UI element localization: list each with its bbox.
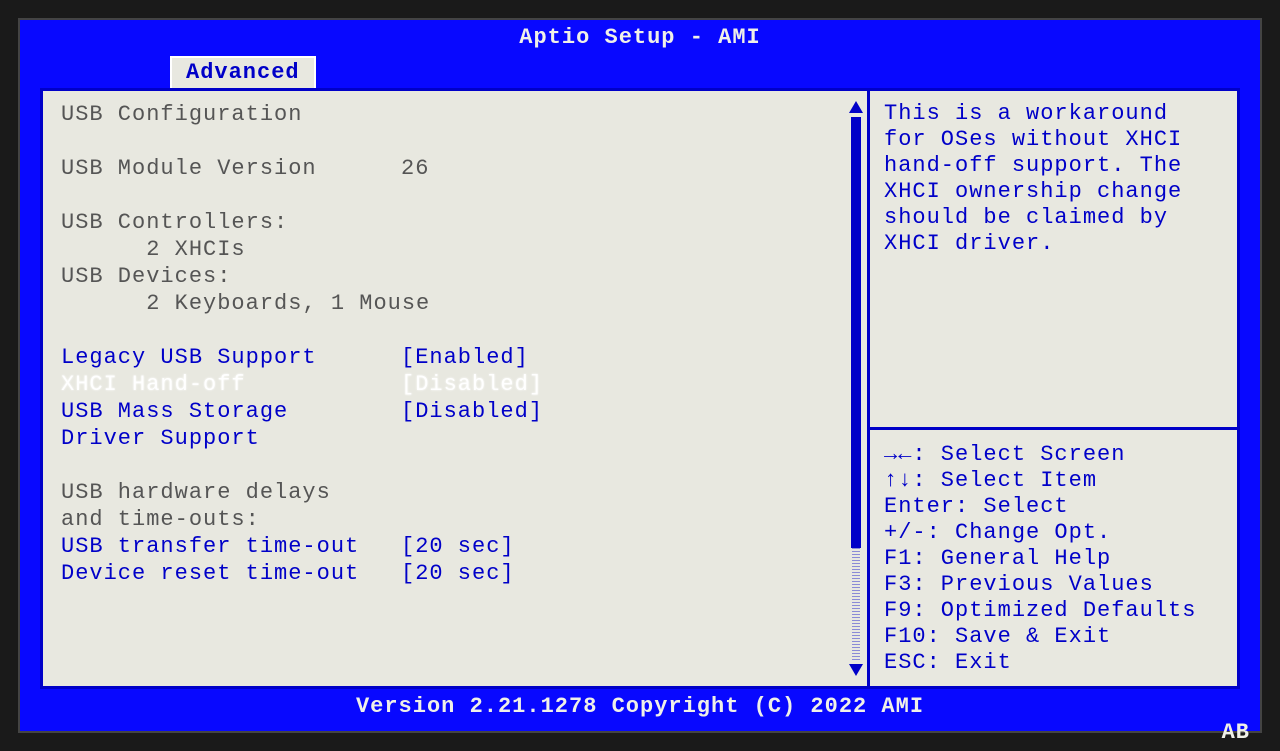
delays-header1: USB hardware delays — [61, 479, 849, 506]
scroll-up-icon[interactable] — [849, 101, 863, 113]
info-row: USB Module Version 26 — [61, 155, 849, 182]
delays-header2: and time-outs: — [61, 506, 849, 533]
setting-value: [20 sec] — [401, 560, 515, 587]
setting-label: Device reset time-out — [61, 560, 401, 587]
key-select-item: ↑↓: Select Item — [884, 468, 1223, 494]
tab-strip: Advanced — [20, 56, 1260, 88]
key-help: F1: General Help — [884, 546, 1223, 572]
setting-legacy-usb[interactable]: Legacy USB Support [Enabled] — [61, 344, 849, 371]
devices-value: 2 Keyboards, 1 Mouse — [61, 290, 849, 317]
setting-value: [Disabled] — [401, 398, 543, 425]
setting-label: Driver Support — [61, 425, 401, 452]
bios-screen: Aptio Setup - AMI Advanced USB Configura… — [18, 18, 1262, 733]
footer: Version 2.21.1278 Copyright (C) 2022 AMI — [20, 691, 1260, 731]
settings-pane[interactable]: USB Configuration USB Module Version 26 … — [43, 91, 867, 686]
setting-driver-support[interactable]: Driver Support — [61, 425, 849, 452]
help-pane: This is a workaround for OSes without XH… — [867, 91, 1237, 686]
key-exit: ESC: Exit — [884, 650, 1223, 676]
scroll-thumb[interactable] — [851, 117, 861, 548]
corner-badge: AB — [1222, 720, 1250, 745]
tab-advanced-label: Advanced — [186, 60, 300, 85]
title-bar: Aptio Setup - AMI — [20, 20, 1260, 56]
setting-value: [20 sec] — [401, 533, 515, 560]
content-area: USB Configuration USB Module Version 26 … — [40, 88, 1240, 689]
setting-value: [Disabled] — [401, 371, 543, 398]
controllers-value: 2 XHCIs — [61, 236, 849, 263]
setting-reset-timeout[interactable]: Device reset time-out [20 sec] — [61, 560, 849, 587]
key-select-screen: →←: Select Screen — [884, 442, 1223, 468]
controllers-label: USB Controllers: — [61, 209, 849, 236]
info-label: USB Module Version — [61, 155, 401, 182]
setting-label: USB transfer time-out — [61, 533, 401, 560]
setup-title: Aptio Setup - AMI — [519, 25, 760, 50]
setting-value: [Enabled] — [401, 344, 529, 371]
help-text: This is a workaround for OSes without XH… — [884, 101, 1223, 257]
devices-label: USB Devices: — [61, 263, 849, 290]
key-change: +/-: Change Opt. — [884, 520, 1223, 546]
setting-label: XHCI Hand-off — [61, 371, 401, 398]
setting-label: Legacy USB Support — [61, 344, 401, 371]
scrollbar[interactable] — [849, 101, 863, 676]
info-value: 26 — [401, 155, 429, 182]
section-title: USB Configuration — [61, 101, 849, 128]
setting-label: USB Mass Storage — [61, 398, 401, 425]
key-save: F10: Save & Exit — [884, 624, 1223, 650]
footer-text: Version 2.21.1278 Copyright (C) 2022 AMI — [356, 694, 924, 719]
help-divider — [870, 427, 1237, 430]
key-previous: F3: Previous Values — [884, 572, 1223, 598]
scroll-down-icon[interactable] — [849, 664, 863, 676]
key-defaults: F9: Optimized Defaults — [884, 598, 1223, 624]
setting-mass-storage[interactable]: USB Mass Storage [Disabled] — [61, 398, 849, 425]
setting-transfer-timeout[interactable]: USB transfer time-out [20 sec] — [61, 533, 849, 560]
key-enter: Enter: Select — [884, 494, 1223, 520]
tab-advanced[interactable]: Advanced — [170, 56, 316, 88]
setting-xhci-handoff[interactable]: XHCI Hand-off [Disabled] — [61, 371, 849, 398]
